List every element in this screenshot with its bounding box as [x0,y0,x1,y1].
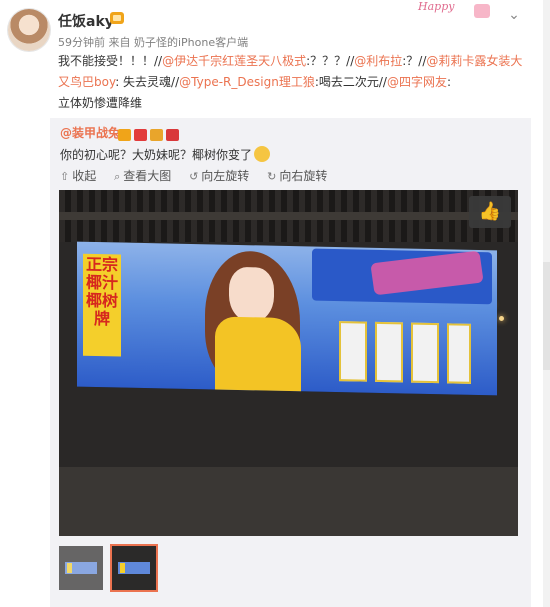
badge-icon [150,129,163,141]
rotate-right-button[interactable]: ↻ 向右旋转 [267,167,327,184]
thumbnail-2-selected[interactable] [110,544,158,592]
mention-link[interactable]: @Type-R_Design理工狼 [179,75,315,89]
post-segment: : [446,75,452,89]
vip-badge-icon [110,12,124,24]
rotate-left-label: 向左旋转 [201,169,250,183]
expanded-photo[interactable]: 正宗椰汁椰树牌 👍 [59,190,518,536]
decoration-banner: Happy [418,0,498,22]
post-text: 我不能接受！！！//@伊达千宗红莲圣天八极式:？？？//@利布拉:？//@莉莉卡… [58,51,528,114]
vip-icon [118,129,131,141]
image-toolbar: ⇧ 收起 ⌕ 查看大图 ↺ 向左旋转 ↻ 向右旋转 [60,167,341,184]
zoom-icon: ⌕ [114,170,121,183]
like-icon[interactable]: 👍 [469,196,511,228]
view-large-button[interactable]: ⌕ 查看大图 [114,167,171,184]
ceiling-beam [59,212,518,220]
weibo-feed-card: 任饭aky 59分钟前 来自 奶子怪的iPhone客户端 Happy ⌄ 我不能… [0,0,544,607]
cake-icon [474,4,490,18]
thumbnail-1[interactable] [59,546,103,590]
emoji-icon [254,146,271,162]
collapse-label: 收起 [72,169,97,183]
avatar[interactable] [8,9,50,51]
character-face [229,266,274,323]
post-segment: :喝去二次元// [314,75,387,89]
flag-icon [134,129,147,141]
flag-icon [166,129,179,141]
billboard: 正宗椰汁椰树牌 [77,241,497,396]
collapse-icon: ⇧ [60,170,70,183]
decoration-text: Happy [418,0,455,13]
scrollbar[interactable] [543,0,550,607]
view-large-label: 查看大图 [123,169,172,183]
post-segment: 我不能接受！！！// [58,54,163,68]
repost-author[interactable]: @装甲战兔 [60,124,120,141]
rotate-left-button[interactable]: ↺ 向左旋转 [189,167,249,184]
mention-link[interactable]: @伊达千宗红莲圣天八极式 [162,54,306,68]
repost-box: @装甲战兔 你的初心呢？大奶妹呢？椰树你变了 ⇧ 收起 ⌕ 查看大图 ↺ 向左旋转 ↻… [50,118,531,607]
product-cans [339,321,489,384]
post-segment: :？// [402,54,427,68]
rotate-left-icon: ↺ [189,170,199,183]
floor [59,467,518,536]
character-coat [215,316,301,392]
mention-link[interactable]: @利布拉 [354,54,402,68]
username[interactable]: 任饭aky [58,11,114,31]
slogan-graphic [312,248,492,305]
billboard-frame: 正宗椰汁椰树牌 [77,241,497,396]
post-meta: 59分钟前 来自 奶子怪的iPhone客户端 [58,36,249,49]
rotate-right-icon: ↻ [267,170,277,183]
chevron-down-icon[interactable]: ⌄ [505,6,523,24]
repost-text-content: 你的初心呢？大奶妹呢？椰树你变了 [60,148,253,162]
post-segment: 立体奶惨遭降维 [58,96,143,110]
rotate-right-label: 向右旋转 [279,169,328,183]
scrollbar-thumb[interactable] [543,262,550,370]
collapse-button[interactable]: ⇧ 收起 [60,167,96,184]
post-segment: :？？？// [306,54,355,68]
brand-text: 正宗椰汁椰树牌 [83,253,121,357]
post-segment: : 失去灵魂// [115,75,180,89]
repost-badges [118,126,182,141]
repost-text: 你的初心呢？大奶妹呢？椰树你变了 [60,146,271,163]
mention-link[interactable]: @四字网友 [387,75,447,89]
